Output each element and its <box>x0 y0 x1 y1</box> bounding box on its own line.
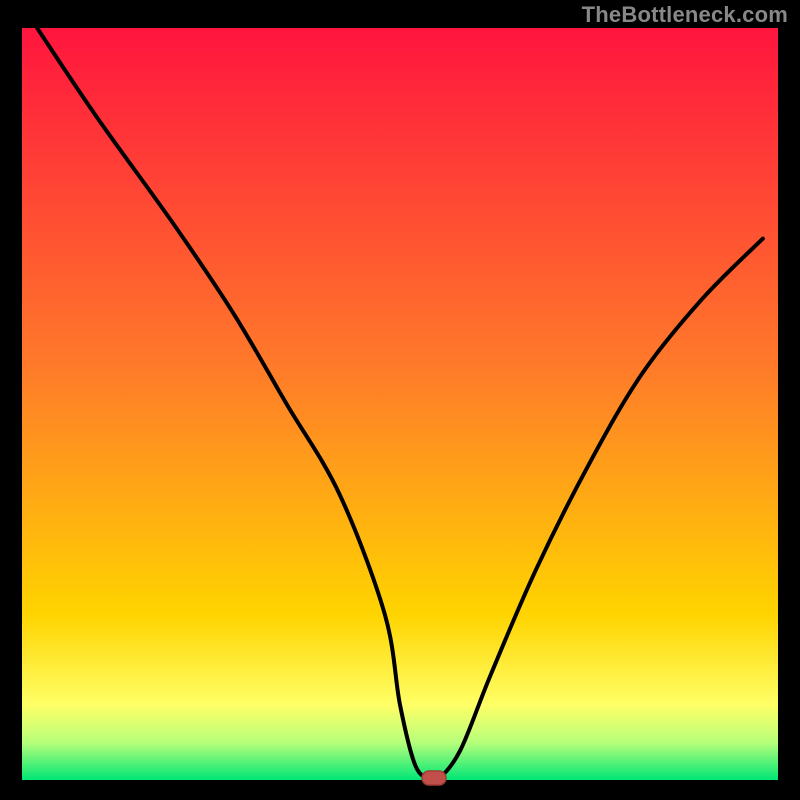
chart-stage: TheBottleneck.com <box>0 0 800 800</box>
bottleneck-chart <box>0 0 800 800</box>
watermark-label: TheBottleneck.com <box>582 2 788 28</box>
plot-background <box>22 28 778 780</box>
optimum-marker <box>422 771 446 785</box>
